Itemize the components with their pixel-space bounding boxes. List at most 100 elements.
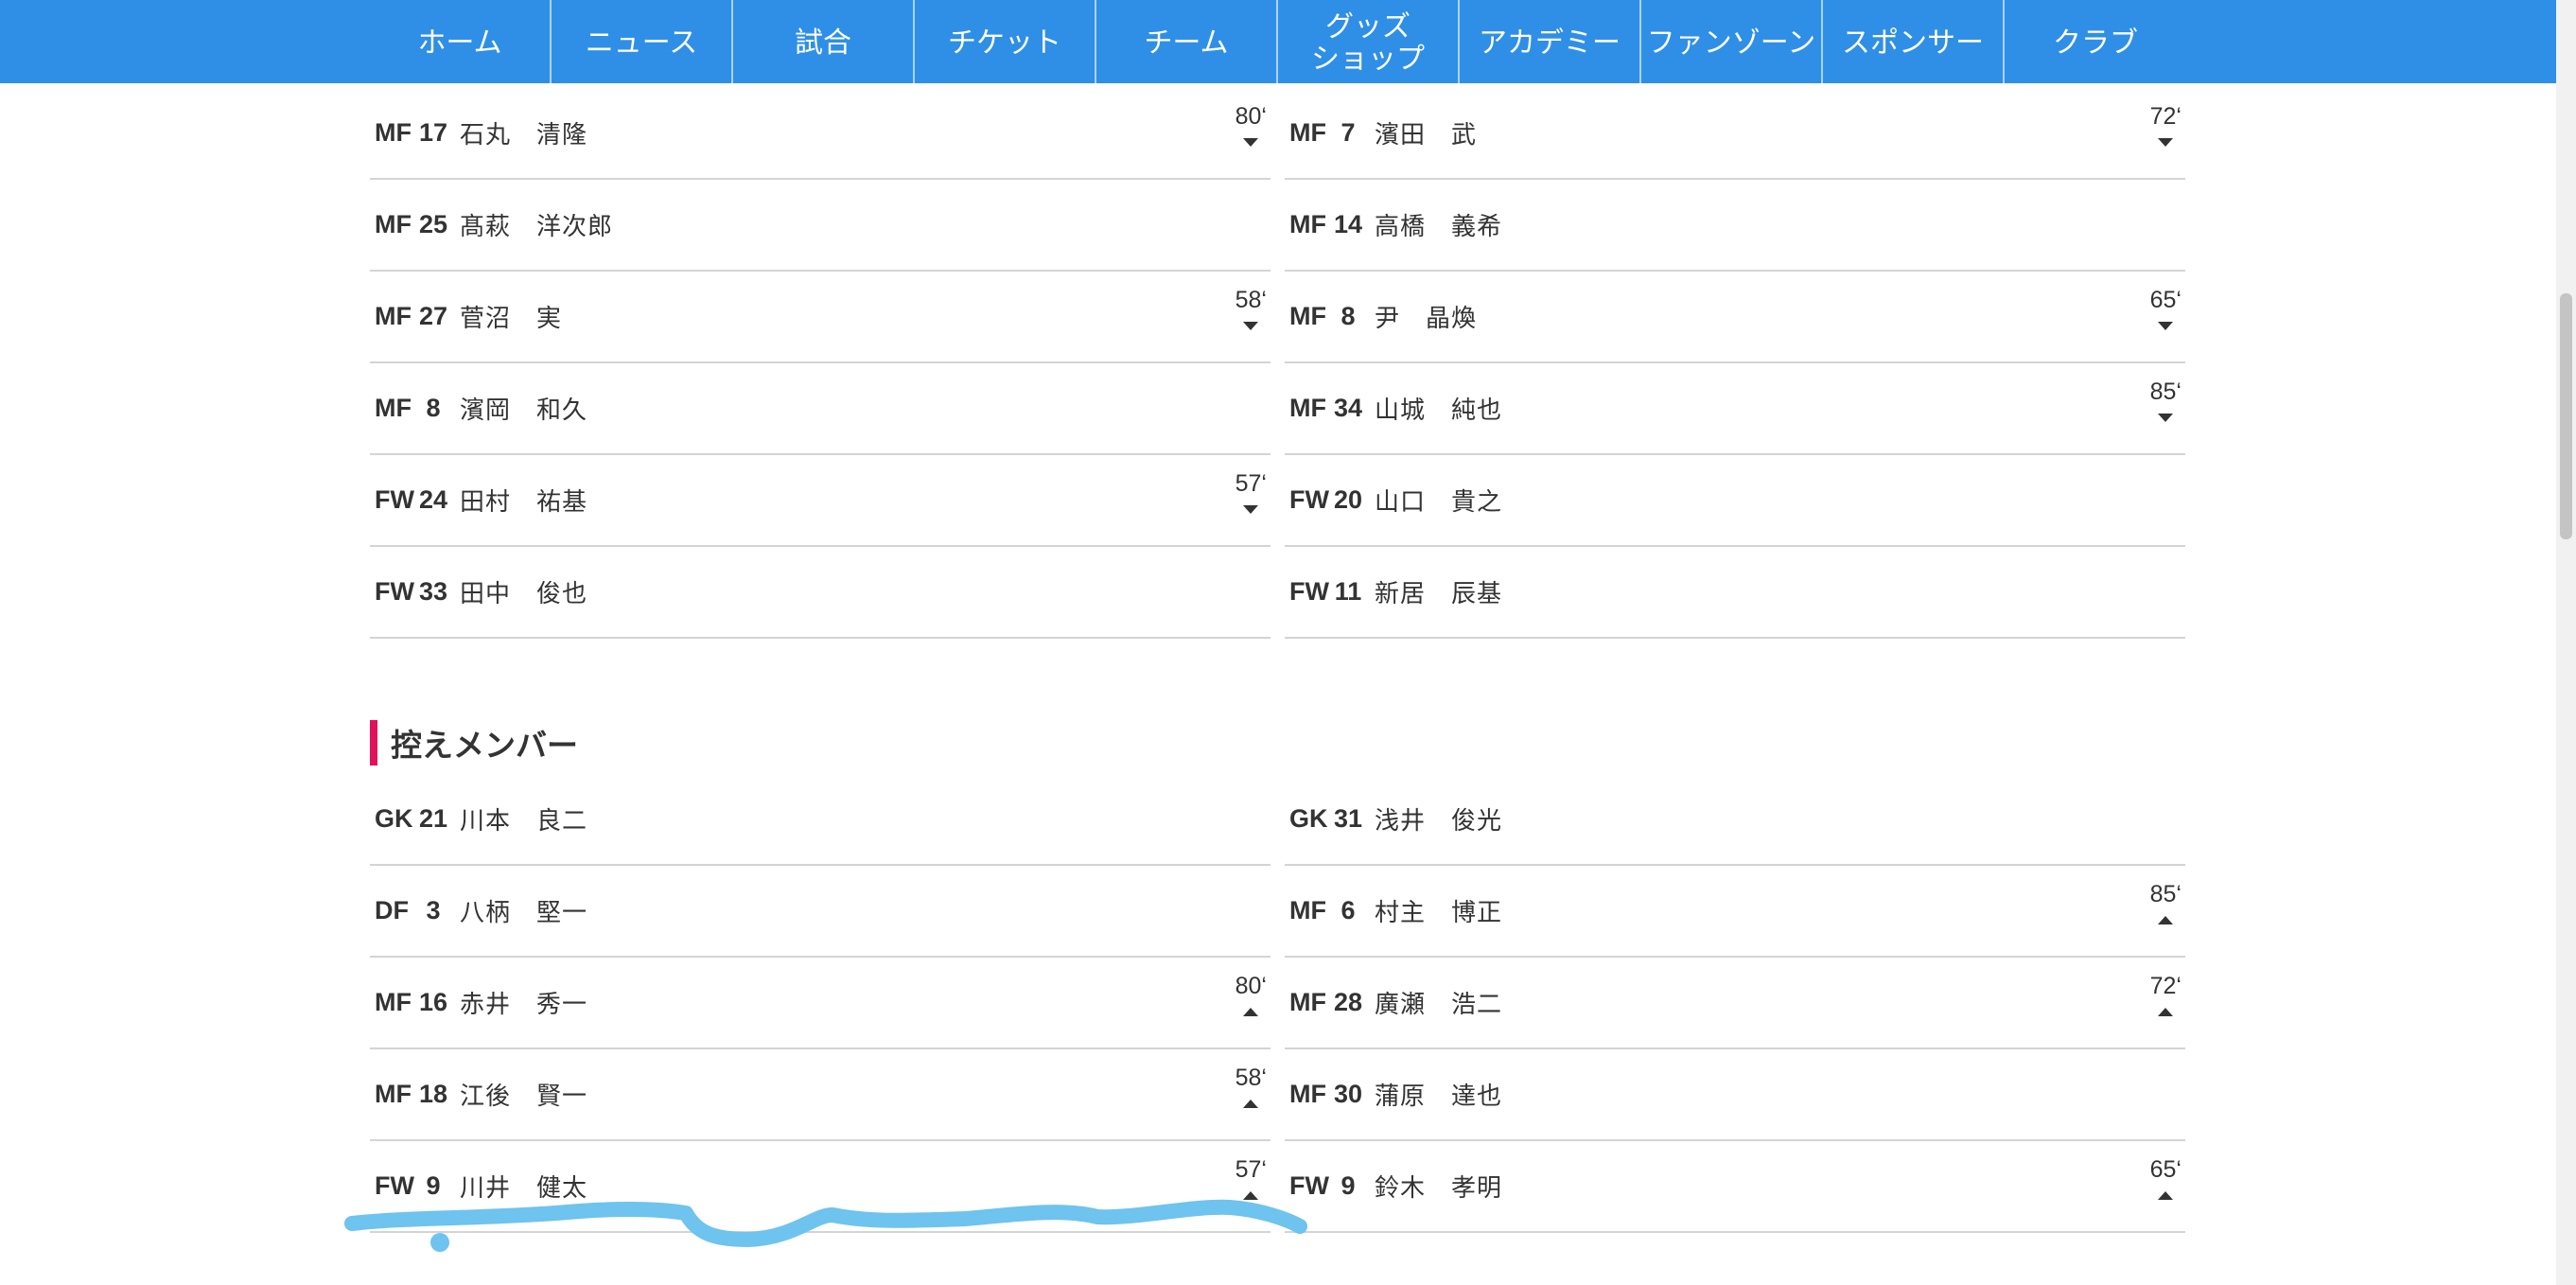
nav-home[interactable]: ホーム — [370, 0, 552, 83]
player-position: GK — [1289, 804, 1328, 833]
page: ホーム ニュース 試合 チケット チーム グッズ ショップ アカデミー ファンゾ… — [0, 0, 2576, 1285]
player-position: MF — [1289, 118, 1326, 147]
nav-club-label: クラブ — [2053, 26, 2138, 60]
player-row: FW 24 田村 祐基 57‘ — [370, 455, 1270, 547]
player-position: MF — [1289, 210, 1326, 238]
substitution-minute: 72‘ — [2149, 103, 2182, 130]
player-position: FW — [1289, 1171, 1329, 1200]
nav-team[interactable]: チーム — [1096, 0, 1278, 83]
subs-section-title: 控えメンバー — [370, 720, 578, 766]
player-number: 20 — [1333, 485, 1363, 514]
nav-matches[interactable]: 試合 — [733, 0, 915, 83]
player-row: MF 16 赤井 秀一 80‘ — [370, 958, 1270, 1049]
player-row: MF 17 石丸 清隆 80‘ — [370, 88, 1270, 180]
player-position: MF — [375, 210, 412, 238]
scrollbar-thumb[interactable] — [2560, 293, 2572, 539]
substitution-info: 57‘ — [1235, 470, 1267, 514]
player-number: 6 — [1341, 896, 1356, 924]
player-name: 新居 辰基 — [1375, 580, 1503, 608]
player-number: 18 — [418, 1080, 448, 1108]
page-scrollbar[interactable] — [2556, 0, 2576, 1285]
nav-goods-label-1: グッズ — [1325, 10, 1411, 44]
player-name: 髙萩 洋次郎 — [460, 213, 614, 241]
substitution-info: 85‘ — [2150, 881, 2182, 924]
sub-in-arrow-icon — [2158, 916, 2174, 924]
nav-team-label: チーム — [1144, 26, 1229, 60]
player-position: MF — [375, 302, 412, 330]
substitution-minute: 65‘ — [2149, 287, 2182, 313]
player-row: MF 6 村主 博正 85‘ — [1285, 866, 2185, 958]
player-position: MF — [1289, 896, 1326, 924]
player-name: 川本 良二 — [460, 807, 588, 836]
player-name: 村主 博正 — [1375, 899, 1503, 927]
player-name: 山口 貴之 — [1375, 488, 1503, 517]
player-name: 山城 純也 — [1375, 396, 1503, 425]
player-number: 14 — [1333, 210, 1363, 238]
player-row: FW 11 新居 辰基 — [1285, 547, 2185, 639]
sub-out-arrow-icon — [2158, 414, 2174, 422]
player-row: FW 9 川井 健太 57‘ — [370, 1141, 1270, 1233]
player-name: 濱田 武 — [1375, 121, 1478, 150]
player-name: 石丸 清隆 — [460, 121, 588, 150]
player-number: 17 — [418, 118, 448, 147]
player-row: MF 28 廣瀬 浩二 72‘ — [1285, 958, 2185, 1049]
player-number: 11 — [1334, 577, 1362, 606]
nav-tickets[interactable]: チケット — [915, 0, 1096, 83]
player-position: MF — [1289, 1080, 1326, 1108]
player-row: MF 25 髙萩 洋次郎 — [370, 180, 1270, 272]
nav-sponsors[interactable]: スポンサー — [1823, 0, 2005, 83]
nav-goods-shop[interactable]: グッズ ショップ — [1278, 0, 1460, 83]
player-position: MF — [375, 1080, 412, 1108]
player-number: 30 — [1333, 1080, 1363, 1108]
player-name: 赤井 秀一 — [460, 991, 588, 1019]
player-row: FW 33 田中 俊也 — [370, 547, 1270, 639]
sub-in-arrow-icon — [2158, 1008, 2174, 1016]
player-row: GK 21 川本 良二 — [370, 774, 1270, 866]
player-name: 菅沼 実 — [460, 305, 563, 333]
subs-away-list: GK 31 浅井 俊光 MF 6 村主 博正 85‘ MF 28 廣瀬 浩二 72‘ MF 30 蒲原 達… — [1285, 774, 2185, 1233]
top-nav: ホーム ニュース 試合 チケット チーム グッズ ショップ アカデミー ファンゾ… — [0, 0, 2556, 83]
nav-club[interactable]: クラブ — [2005, 0, 2186, 83]
substitution-info: 80‘ — [1235, 973, 1267, 1016]
player-row: MF 8 濱岡 和久 — [370, 363, 1270, 455]
substitution-minute: 80‘ — [1235, 973, 1267, 999]
sub-in-arrow-icon — [1243, 1191, 1259, 1200]
player-position: GK — [375, 804, 413, 833]
substitution-info: 72‘ — [2150, 103, 2182, 147]
substitution-minute: 85‘ — [2149, 881, 2182, 907]
player-number: 21 — [418, 804, 448, 833]
player-number: 27 — [418, 302, 448, 330]
sub-in-arrow-icon — [1243, 1100, 1259, 1108]
substitution-info: 85‘ — [2150, 378, 2182, 422]
player-position: MF — [375, 118, 412, 147]
nav-academy-label: アカデミー — [1479, 26, 1621, 60]
player-row: GK 31 浅井 俊光 — [1285, 774, 2185, 866]
player-number: 3 — [426, 896, 441, 924]
starters-away-list: MF 7 濱田 武 72‘ MF 14 高橋 義希 MF 8 尹 晶煥 65‘ MF 34 山城 純也 85… — [1285, 88, 2185, 639]
substitution-minute: 72‘ — [2149, 973, 2182, 999]
starters-home-list: MF 17 石丸 清隆 80‘ MF 25 髙萩 洋次郎 MF 27 菅沼 実 58‘ MF 8 濱岡 和… — [370, 88, 1270, 639]
player-row: MF 8 尹 晶煥 65‘ — [1285, 272, 2185, 363]
player-position: MF — [1289, 394, 1326, 422]
player-row: MF 34 山城 純也 85‘ — [1285, 363, 2185, 455]
player-position: FW — [375, 577, 414, 606]
nav-fanzone[interactable]: ファンゾーン — [1641, 0, 1823, 83]
sub-in-arrow-icon — [1243, 1008, 1259, 1016]
substitution-info: 65‘ — [2150, 287, 2182, 330]
player-number: 16 — [418, 988, 448, 1016]
substitution-info: 65‘ — [2150, 1156, 2182, 1200]
player-row: MF 7 濱田 武 72‘ — [1285, 88, 2185, 180]
player-name: 廣瀬 浩二 — [1375, 991, 1503, 1019]
player-row: MF 30 蒲原 達也 — [1285, 1049, 2185, 1141]
player-position: FW — [1289, 577, 1329, 606]
substitution-info: 57‘ — [1235, 1156, 1267, 1200]
nav-news[interactable]: ニュース — [552, 0, 733, 83]
substitution-minute: 57‘ — [1235, 470, 1267, 497]
player-position: MF — [1289, 988, 1326, 1016]
player-number: 25 — [418, 210, 448, 238]
nav-academy[interactable]: アカデミー — [1460, 0, 1641, 83]
nav-matches-label: 試合 — [795, 26, 851, 60]
player-number: 28 — [1333, 988, 1363, 1016]
player-name: 浅井 俊光 — [1375, 807, 1503, 836]
sub-out-arrow-icon — [1243, 138, 1259, 147]
